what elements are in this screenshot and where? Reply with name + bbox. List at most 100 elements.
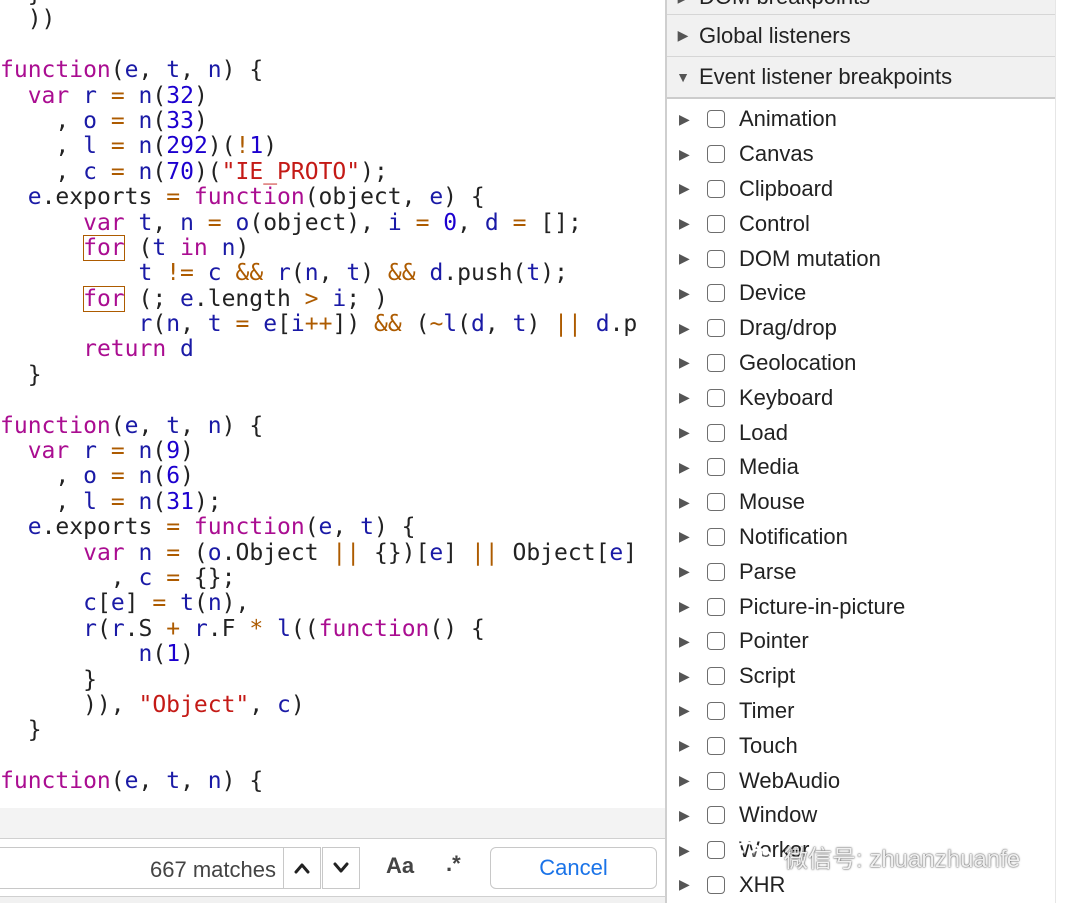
expand-triangle-icon[interactable]: ▶ (679, 389, 693, 406)
code-line[interactable]: n(1) (0, 641, 637, 667)
event-category-item[interactable]: ▶ Notification (667, 520, 1055, 555)
cancel-button[interactable]: Cancel (490, 847, 657, 889)
event-category-item[interactable]: ▶ Clipboard (667, 172, 1055, 207)
category-checkbox[interactable] (707, 736, 725, 755)
code-line[interactable]: , c = n(70)("IE_PROTO"); (0, 159, 637, 185)
event-category-item[interactable]: ▶ Device (667, 276, 1055, 311)
code-line[interactable]: , o = n(6) (0, 464, 637, 489)
expand-triangle-icon[interactable]: ▶ (679, 633, 693, 650)
code-line[interactable]: } (0, 362, 637, 388)
code-line[interactable]: var r = n(32) (0, 83, 637, 109)
expand-triangle-icon[interactable]: ▶ (679, 702, 693, 719)
event-category-item[interactable]: ▶ Script (667, 659, 1055, 694)
code-line[interactable] (0, 33, 637, 58)
code-line[interactable]: for (; e.length > i; ) (0, 285, 637, 312)
category-checkbox[interactable] (707, 388, 725, 407)
expand-triangle-icon[interactable]: ▶ (679, 494, 693, 511)
code-editor[interactable]: } )) function(e, t, n) { var r = n(32) , … (0, 0, 640, 808)
expand-triangle-icon[interactable]: ▶ (679, 807, 693, 824)
expand-triangle-icon[interactable]: ▶ (679, 563, 693, 580)
event-category-item[interactable]: ▶ Canvas (667, 137, 1055, 172)
code-line[interactable]: return d (0, 337, 637, 362)
category-checkbox[interactable] (707, 110, 725, 129)
category-checkbox[interactable] (707, 771, 725, 790)
code-line[interactable]: , l = n(292)(!1) (0, 134, 637, 159)
expand-triangle-icon[interactable]: ▶ (679, 459, 693, 476)
regex-toggle[interactable]: .* (446, 851, 461, 877)
code-line[interactable]: function(e, t, n) { (0, 413, 637, 439)
event-category-item[interactable]: ▶ Parse (667, 554, 1055, 589)
expand-triangle-icon[interactable]: ▶ (679, 354, 693, 371)
event-category-item[interactable]: ▶ Picture-in-picture (667, 589, 1055, 624)
search-input[interactable]: 667 matches (0, 847, 284, 889)
event-category-item[interactable]: ▶ Timer (667, 694, 1055, 729)
section-event-listener-breakpoints[interactable]: ▼ Event listener breakpoints (667, 57, 1055, 99)
category-checkbox[interactable] (707, 493, 725, 512)
category-checkbox[interactable] (707, 423, 725, 442)
expand-triangle-icon[interactable]: ▶ (679, 250, 693, 267)
code-line[interactable]: , l = n(31); (0, 489, 637, 515)
code-line[interactable]: , o = n(33) (0, 108, 637, 134)
code-line[interactable]: function(e, t, n) { (0, 57, 637, 83)
category-checkbox[interactable] (707, 353, 725, 372)
category-checkbox[interactable] (707, 667, 725, 686)
event-category-item[interactable]: ▶ Keyboard (667, 380, 1055, 415)
expand-triangle-icon[interactable]: ▶ (679, 842, 693, 859)
expand-triangle-icon[interactable]: ▶ (679, 111, 693, 128)
code-line[interactable]: )) (0, 7, 637, 32)
expand-triangle-icon[interactable]: ▶ (679, 215, 693, 232)
code-line[interactable] (0, 744, 637, 769)
event-category-item[interactable]: ▶ Animation (667, 102, 1055, 137)
code-line[interactable]: c[e] = t(n), (0, 591, 637, 616)
expand-triangle-icon[interactable]: ▶ (679, 876, 693, 893)
category-checkbox[interactable] (707, 701, 725, 720)
event-category-item[interactable]: ▶ Control (667, 206, 1055, 241)
code-line[interactable]: function(e, t, n) { (0, 768, 637, 794)
event-category-item[interactable]: ▶ Mouse (667, 485, 1055, 520)
category-checkbox[interactable] (707, 597, 725, 616)
code-line[interactable]: for (t in n) (0, 234, 637, 261)
code-line[interactable]: r(r.S + r.F * l((function() { (0, 616, 637, 642)
editor-scrollbar[interactable] (640, 0, 665, 808)
code-line[interactable]: } (0, 0, 637, 7)
expand-triangle-icon[interactable]: ▶ (679, 146, 693, 163)
category-checkbox[interactable] (707, 632, 725, 651)
expand-triangle-icon[interactable]: ▶ (679, 424, 693, 441)
code-line[interactable]: var r = n(9) (0, 438, 637, 464)
expand-triangle-icon[interactable]: ▶ (679, 528, 693, 545)
category-checkbox[interactable] (707, 284, 725, 303)
code-line[interactable] (0, 388, 637, 413)
category-checkbox[interactable] (707, 249, 725, 268)
section-global-listeners[interactable]: ▶ Global listeners (667, 15, 1055, 57)
event-category-item[interactable]: ▶ Pointer (667, 624, 1055, 659)
expand-triangle-icon[interactable]: ▶ (679, 598, 693, 615)
sidebar-scrollbar[interactable] (1055, 0, 1080, 903)
category-checkbox[interactable] (707, 179, 725, 198)
code-line[interactable]: e.exports = function(e, t) { (0, 515, 637, 540)
next-match-button[interactable] (322, 847, 360, 889)
code-line[interactable]: var t, n = o(object), i = 0, d = []; (0, 210, 637, 236)
event-category-item[interactable]: ▶ Media (667, 450, 1055, 485)
code-line[interactable]: } (0, 667, 637, 693)
event-category-item[interactable]: ▶ Load (667, 415, 1055, 450)
expand-triangle-icon[interactable]: ▶ (679, 737, 693, 754)
event-category-item[interactable]: ▶ WebAudio (667, 763, 1055, 798)
code-line[interactable]: , c = {}; (0, 565, 637, 591)
category-checkbox[interactable] (707, 319, 725, 338)
code-content[interactable]: } )) function(e, t, n) { var r = n(32) , … (0, 0, 637, 795)
code-line[interactable]: } (0, 718, 637, 743)
expand-triangle-icon[interactable]: ▶ (679, 320, 693, 337)
category-checkbox[interactable] (707, 145, 725, 164)
event-category-item[interactable]: ▶ Drag/drop (667, 311, 1055, 346)
category-checkbox[interactable] (707, 875, 725, 894)
category-checkbox[interactable] (707, 806, 725, 825)
event-category-item[interactable]: ▶ Window (667, 798, 1055, 833)
match-case-toggle[interactable]: Aa (386, 853, 414, 879)
code-line[interactable]: r(n, t = e[i++]) && (~l(d, t) || d.p (0, 311, 637, 337)
expand-triangle-icon[interactable]: ▶ (679, 772, 693, 789)
section-dom-breakpoints[interactable]: ▶ DOM breakpoints (667, 0, 1055, 15)
category-checkbox[interactable] (707, 562, 725, 581)
category-checkbox[interactable] (707, 458, 725, 477)
event-category-item[interactable]: ▶ Geolocation (667, 346, 1055, 381)
category-checkbox[interactable] (707, 527, 725, 546)
